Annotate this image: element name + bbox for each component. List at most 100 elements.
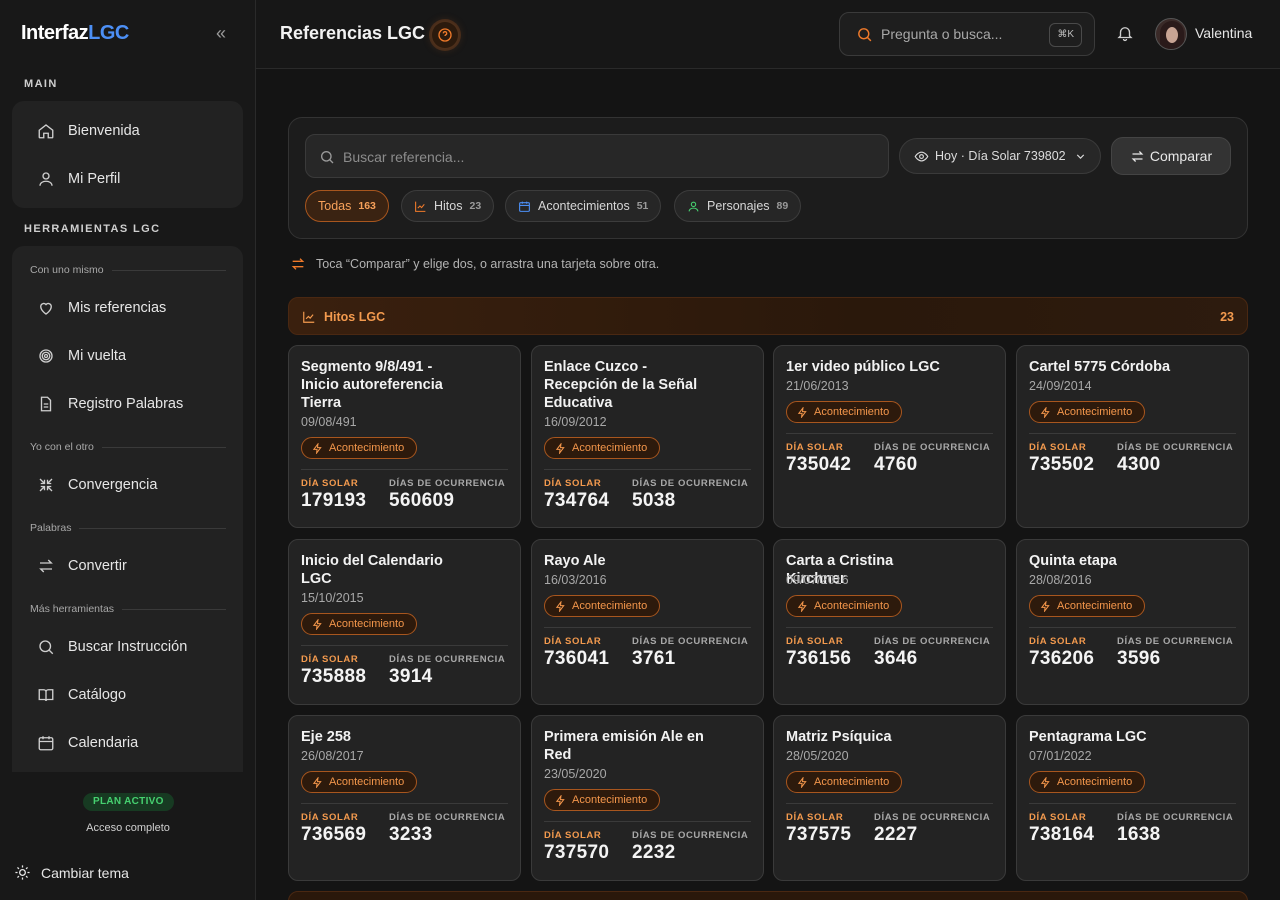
date-select[interactable]: Hoy · Día Solar 739802 [899,138,1101,174]
ocurrencia-value: 5038 [632,490,676,511]
swap-icon [290,256,306,272]
bolt-icon [312,618,323,630]
ocurrencia-value: 1638 [1117,824,1161,845]
card-divider [544,627,751,628]
badge-label: Acontecimiento [572,600,648,612]
chart-line-icon [414,200,427,213]
bolt-icon [555,600,566,612]
global-search-input[interactable]: Pregunta o busca... ⌘K [839,12,1095,56]
card-divider [786,433,993,434]
swap-icon [36,556,56,576]
reference-card[interactable]: Matriz Psíquica 28/05/2020 Acontecimiento D… [773,715,1006,881]
card-type-badge: Acontecimiento [301,613,418,635]
card-date: 21/06/2013 [786,379,849,393]
sidebar-item-mis-referencias[interactable]: Mis referencias [12,288,243,328]
ocurrencia-value: 3596 [1117,648,1161,669]
ocurrencia-label: DÍAS DE OCURRENCIA [389,478,506,489]
ocurrencia-label: DÍAS DE OCURRENCIA [389,654,506,665]
app-logo[interactable]: InterfazLGC [21,22,129,45]
sidebar-item-convertir[interactable]: Convertir [12,546,243,586]
username[interactable]: Valentina [1195,25,1252,41]
badge-label: Acontecimiento [329,776,405,788]
user-icon [687,200,700,213]
compare-hint: Toca “Comparar” y elige dos, o arrastra … [290,256,659,272]
tools-nav-group: Con uno mismo Mis referencias Mi vuelta … [12,246,243,772]
search-icon [36,637,56,657]
compare-button[interactable]: Comparar [1111,137,1231,175]
collapse-sidebar-icon[interactable]: « [212,24,230,42]
avatar[interactable] [1155,18,1187,50]
badge-label: Acontecimiento [1057,776,1133,788]
solar-value: 736156 [786,648,852,669]
reference-card[interactable]: Eje 258 26/08/2017 Acontecimiento DÍA SOLAR… [288,715,521,881]
ocurrencia-value: 3761 [632,648,676,669]
theme-toggle[interactable]: Cambiar tema [14,864,129,881]
reference-search-placeholder: Buscar referencia... [343,149,465,165]
reference-card[interactable]: Cartel 5775 Córdoba 24/09/2014 Acontecimie… [1016,345,1249,528]
card-type-badge: Acontecimiento [786,595,903,617]
chip-personajes[interactable]: Personajes 89 [674,190,802,222]
solar-label: DÍA SOLAR [301,812,359,823]
card-title: Cartel 5775 Córdoba [1029,359,1171,375]
reference-card[interactable]: Rayo Ale 16/03/2016 Acontecimiento DÍA SOLA… [531,539,764,705]
next-section-header[interactable] [288,891,1248,900]
reference-card[interactable]: Pentagrama LGC 07/01/2022 Acontecimiento DÍ… [1016,715,1249,881]
reference-card[interactable]: Quinta etapa 28/08/2016 Acontecimiento DÍA … [1016,539,1249,705]
help-button[interactable] [432,22,458,48]
sidebar-item-registro-palabras[interactable]: Registro Palabras [12,384,243,424]
sidebar-item-convergencia[interactable]: Convergencia [12,465,243,505]
ocurrencia-value: 3914 [389,666,433,687]
chip-label: Acontecimientos [538,199,630,213]
chip-hitos[interactable]: Hitos 23 [401,190,495,222]
calendar-icon [36,733,56,753]
bolt-icon [797,406,808,418]
sidebar-item-bienvenida[interactable]: Bienvenida [12,111,243,151]
card-date: 26/08/2017 [301,749,364,763]
solar-value: 179193 [301,490,367,511]
card-type-badge: Acontecimiento [1029,771,1146,793]
plan-badge: PLAN ACTIVO [83,793,174,811]
compare-hint-text: Toca “Comparar” y elige dos, o arrastra … [316,257,660,271]
ocurrencia-label: DÍAS DE OCURRENCIA [632,478,749,489]
card-divider [1029,803,1236,804]
sidebar-item-label: Convergencia [68,477,158,493]
sidebar-item-label: Mis referencias [68,300,167,316]
chip-count: 163 [358,200,376,212]
section-header-hitos[interactable]: Hitos LGC 23 [288,297,1248,335]
heart-icon [36,298,56,318]
notifications-button[interactable] [1116,24,1134,42]
reference-card[interactable]: Primera emisión Ale en Red 23/05/2020 Acon… [531,715,764,881]
ocurrencia-value: 3233 [389,824,433,845]
solar-value: 737570 [544,842,610,863]
card-type-badge: Acontecimiento [544,789,661,811]
sidebar-item-buscar-instruccion[interactable]: Buscar Instrucción [12,627,243,667]
section-title-tools: HERRAMIENTAS LGC [24,223,161,235]
sidebar-item-label: Calendaria [68,735,139,751]
reference-card[interactable]: Segmento 9/8/491 - Inicio autoreferencia… [288,345,521,528]
sidebar-item-calendaria[interactable]: Calendaria [12,723,243,763]
card-type-badge: Acontecimiento [786,771,903,793]
reference-card[interactable]: Carta a Cristina Kirchner 09/07/2016 Acont… [773,539,1006,705]
card-title: Pentagrama LGC [1029,729,1147,745]
ocurrencia-label: DÍAS DE OCURRENCIA [874,636,991,647]
badge-label: Acontecimiento [814,406,890,418]
compare-button-label: Comparar [1149,148,1213,164]
ocurrencia-value: 2232 [632,842,676,863]
sidebar-item-label: Buscar Instrucción [68,639,188,655]
card-title: Segmento 9/8/491 - Inicio autoreferencia… [301,359,443,411]
reference-card[interactable]: Inicio del Calendario LGC 15/10/2015 Acont… [288,539,521,705]
chip-todas[interactable]: Todas 163 [305,190,389,222]
subhead-palabras: Palabras [30,522,226,534]
chip-count: 23 [469,200,482,212]
chip-acontecimientos[interactable]: Acontecimientos 51 [505,190,662,222]
solar-value: 735042 [786,454,852,475]
reference-card[interactable]: 1er video público LGC 21/06/2013 Acontecim… [773,345,1006,528]
sidebar-item-catalogo[interactable]: Catálogo [12,675,243,715]
reference-card[interactable]: Enlace Cuzco - Recepción de la Señal Edu… [531,345,764,528]
sidebar-item-mi-perfil[interactable]: Mi Perfil [12,159,243,199]
sidebar-item-mi-vuelta[interactable]: Mi vuelta [12,336,243,376]
card-divider [786,803,993,804]
ocurrencia-label: DÍAS DE OCURRENCIA [1117,812,1234,823]
card-divider [786,627,993,628]
reference-search-input[interactable]: Buscar referencia... [305,134,889,178]
